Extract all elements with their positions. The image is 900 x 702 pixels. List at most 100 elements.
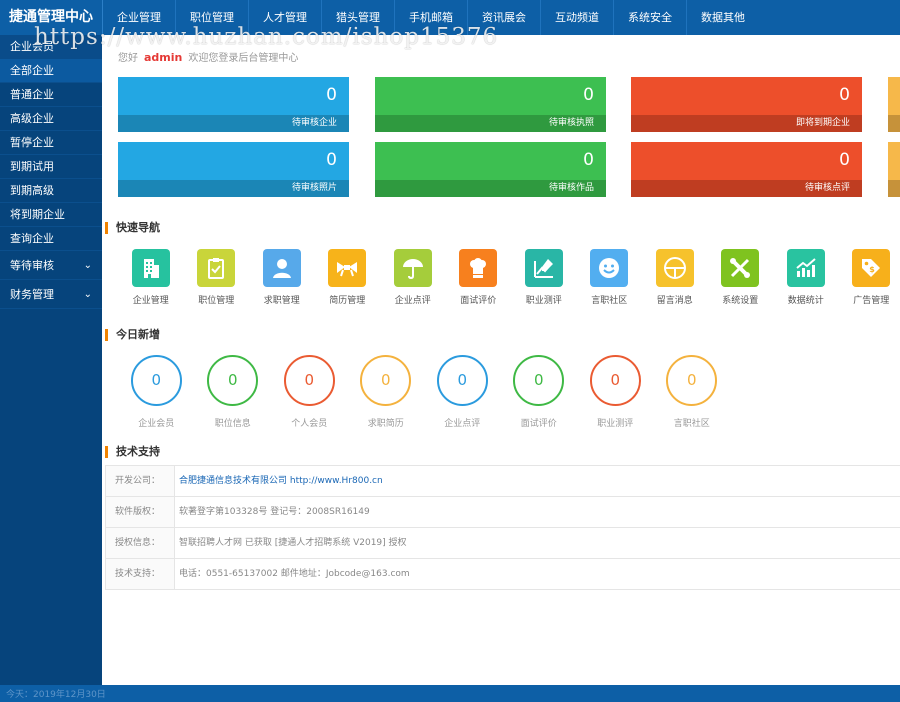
stat-value: 0 xyxy=(583,85,594,105)
topnav-item-jobs[interactable]: 职位管理 xyxy=(175,0,248,35)
chevron-down-icon: ⌄ xyxy=(83,260,92,271)
today-item-resume[interactable]: 0 求职简历 xyxy=(348,355,425,429)
today-item-company-member[interactable]: 0 企业会员 xyxy=(118,355,195,429)
support-key: 软件版权： xyxy=(105,497,175,527)
stat-label: 待审核点评 xyxy=(631,180,862,197)
footer-bar: 今天：2019年12月30日 xyxy=(0,685,900,702)
support-key: 技术支持： xyxy=(105,559,175,589)
sidebar-item-all[interactable]: 全部企业 xyxy=(0,59,102,83)
chef-hat-icon xyxy=(459,249,498,287)
quicknav-community[interactable]: 言职社区 xyxy=(577,249,643,306)
today-stats: 0 企业会员 0 职位信息 0 个人会员 0 求职简历 0 企业点评 0 面试评… xyxy=(118,355,730,429)
stat-value: 0 xyxy=(839,150,850,170)
quicknav-label: 企业点评 xyxy=(394,296,431,306)
today-label: 个人会员 xyxy=(291,419,328,429)
quicknav-label: 职位管理 xyxy=(198,296,235,306)
stat-card-pending-photo[interactable]: 0 待审核照片 xyxy=(118,142,349,197)
stat-card-pending-license[interactable]: 0 待审核执照 xyxy=(375,77,606,132)
today-value: 0 xyxy=(666,355,718,406)
footer-date: 今天：2019年12月30日 xyxy=(6,690,106,700)
topnav-item-interactive[interactable]: 互动频道 xyxy=(540,0,613,35)
topnav-item-mobile-mail[interactable]: 手机邮箱 xyxy=(394,0,467,35)
today-item-assessment[interactable]: 0 职业测评 xyxy=(577,355,654,429)
stat-card-partial[interactable] xyxy=(888,77,900,132)
sidebar-item-search[interactable]: 查询企业 xyxy=(0,227,102,251)
today-item-personal-member[interactable]: 0 个人会员 xyxy=(271,355,348,429)
bowtie-icon xyxy=(328,249,367,287)
today-label: 企业会员 xyxy=(138,419,175,429)
topnav-item-security[interactable]: 系统安全 xyxy=(613,0,686,35)
topnav-item-company[interactable]: 企业管理 xyxy=(102,0,175,35)
sidebar-group-pending[interactable]: 等待审核 ⌄ xyxy=(0,251,102,280)
support-key: 授权信息： xyxy=(105,528,175,558)
company-link[interactable]: 合肥捷通信息技术有限公司 http://www.Hr800.cn xyxy=(179,476,383,486)
quicknav-label: 系统设置 xyxy=(722,296,759,306)
circle-line-icon xyxy=(655,249,694,287)
stat-value: 0 xyxy=(326,85,337,105)
person-icon xyxy=(262,249,301,287)
sidebar: 企业会员 全部企业 普通企业 高级企业 暂停企业 到期试用 到期高级 将到期企业… xyxy=(0,35,102,685)
topnav-item-talent[interactable]: 人才管理 xyxy=(248,0,321,35)
stat-card-pending-works[interactable]: 0 待审核作品 xyxy=(375,142,606,197)
quicknav-settings[interactable]: 系统设置 xyxy=(708,249,774,306)
support-value: 合肥捷通信息技术有限公司 http://www.Hr800.cn xyxy=(175,466,383,496)
quicknav-company[interactable]: 企业管理 xyxy=(118,249,184,306)
today-value: 0 xyxy=(283,355,335,406)
support-row: 开发公司： 合肥捷通信息技术有限公司 http://www.Hr800.cn xyxy=(105,466,900,497)
quicknav-interview[interactable]: 面试评价 xyxy=(446,249,512,306)
quicknav-resume[interactable]: 简历管理 xyxy=(315,249,381,306)
quicknav-label: 广告管理 xyxy=(853,296,890,306)
tools-icon xyxy=(721,249,760,287)
quick-nav: 企业管理 职位管理 求职管理 简历管理 企业点评 面试评价 职业测评 言职社区 … xyxy=(118,249,900,306)
today-value: 0 xyxy=(436,355,488,406)
stat-card-partial[interactable] xyxy=(888,142,900,197)
quicknav-statistics[interactable]: 数据统计 xyxy=(773,249,839,306)
stat-card-expiring-company[interactable]: 0 即将到期企业 xyxy=(631,77,862,132)
section-title-support: 技术支持 xyxy=(105,446,160,458)
today-value: 0 xyxy=(130,355,182,406)
today-label: 求职简历 xyxy=(367,419,404,429)
today-item-company-review[interactable]: 0 企业点评 xyxy=(424,355,501,429)
quicknav-ads[interactable]: $ 广告管理 xyxy=(839,249,900,306)
stat-card-pending-review[interactable]: 0 待审核点评 xyxy=(631,142,862,197)
quicknav-label: 言职社区 xyxy=(591,296,628,306)
sidebar-header[interactable]: 企业会员 xyxy=(0,35,102,59)
building-icon xyxy=(131,249,170,287)
sidebar-item-suspended[interactable]: 暂停企业 xyxy=(0,131,102,155)
today-value: 0 xyxy=(207,355,259,406)
quicknav-jobseeker[interactable]: 求职管理 xyxy=(249,249,315,306)
stat-label xyxy=(888,115,900,132)
sidebar-item-expired-premium[interactable]: 到期高级 xyxy=(0,179,102,203)
today-item-interview[interactable]: 0 面试评价 xyxy=(501,355,578,429)
trend-icon xyxy=(786,249,825,287)
sidebar-group-finance[interactable]: 财务管理 ⌄ xyxy=(0,280,102,309)
sidebar-item-premium[interactable]: 高级企业 xyxy=(0,107,102,131)
quicknav-assessment[interactable]: 职业测评 xyxy=(511,249,577,306)
stat-label: 待审核企业 xyxy=(118,115,349,132)
support-row: 授权信息： 智联招聘人才网 已获取 [捷通人才招聘系统 V2019] 授权 xyxy=(105,528,900,559)
today-value: 0 xyxy=(589,355,641,406)
sidebar-group-label: 财务管理 xyxy=(10,288,54,301)
stat-value: 0 xyxy=(583,150,594,170)
quicknav-jobs[interactable]: 职位管理 xyxy=(184,249,250,306)
support-table: 开发公司： 合肥捷通信息技术有限公司 http://www.Hr800.cn 软… xyxy=(105,465,900,590)
sidebar-group-label: 等待审核 xyxy=(10,259,54,272)
today-item-job-info[interactable]: 0 职位信息 xyxy=(195,355,272,429)
today-label: 职位信息 xyxy=(214,419,251,429)
stat-label: 待审核执照 xyxy=(375,115,606,132)
quicknav-messages[interactable]: 留言消息 xyxy=(642,249,708,306)
sidebar-item-expired-trial[interactable]: 到期试用 xyxy=(0,155,102,179)
topnav-item-data[interactable]: 数据其他 xyxy=(686,0,759,35)
today-item-community[interactable]: 0 言职社区 xyxy=(654,355,731,429)
support-row: 技术支持： 电话：0551-65137002 邮件地址：Jobcode@163.… xyxy=(105,559,900,590)
quicknav-company-review[interactable]: 企业点评 xyxy=(380,249,446,306)
sidebar-item-expiring[interactable]: 将到期企业 xyxy=(0,203,102,227)
topnav-item-news[interactable]: 资讯展会 xyxy=(467,0,540,35)
topnav-item-headhunter[interactable]: 猎头管理 xyxy=(321,0,394,35)
app-logo: 捷通管理中心 xyxy=(9,9,93,25)
stat-card-pending-company[interactable]: 0 待审核企业 xyxy=(118,77,349,132)
quicknav-label: 简历管理 xyxy=(329,296,366,306)
chevron-down-icon: ⌄ xyxy=(83,289,92,300)
today-label: 职业测评 xyxy=(597,419,634,429)
sidebar-item-normal[interactable]: 普通企业 xyxy=(0,83,102,107)
